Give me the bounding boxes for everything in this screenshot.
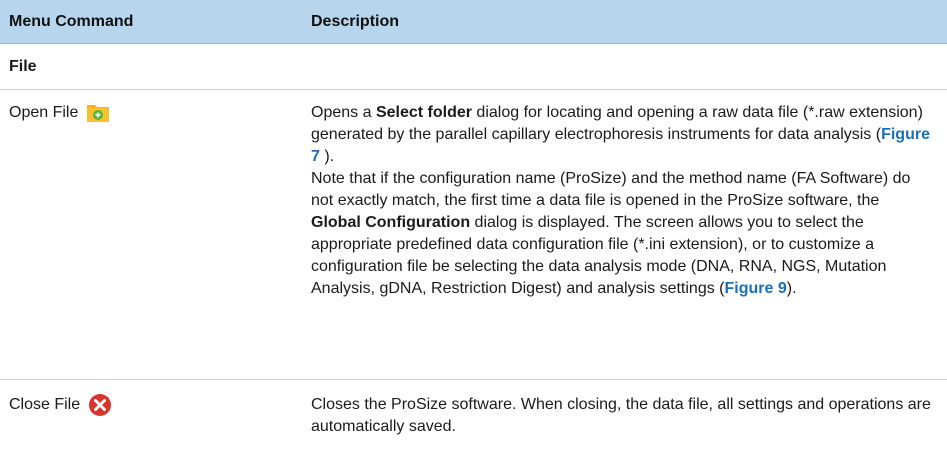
- desc-text: ).: [786, 280, 797, 297]
- figure-9-link[interactable]: Figure 9: [725, 280, 787, 297]
- command-cell: Close File: [0, 380, 311, 452]
- folder-add-icon: [86, 101, 110, 125]
- description-paragraph-2: Note that if the configuration name (Pro…: [311, 168, 933, 300]
- command-cell: Open File: [0, 90, 311, 379]
- close-circle-icon: [88, 393, 112, 417]
- header-menu-command: Menu Command: [9, 12, 134, 30]
- command-label-close-file: Close File: [9, 396, 81, 413]
- command-label-open-file: Open File: [9, 104, 79, 121]
- table-row-close-file: Close File Closes the ProSize software. …: [0, 380, 947, 452]
- table-header: Menu Command Description: [0, 0, 947, 44]
- description-paragraph-1: Opens a Select folder dialog for locatin…: [311, 102, 933, 168]
- desc-text: Note that if the configuration name (Pro…: [311, 170, 911, 209]
- section-title: File: [9, 57, 37, 75]
- desc-ui-term: Select folder: [375, 104, 472, 121]
- desc-text: ).: [319, 148, 335, 165]
- desc-ui-term: Global Configuration: [311, 214, 471, 231]
- desc-text: Opens a: [311, 104, 376, 121]
- table-row-open-file: Open File Opens a Select folder dialog f…: [0, 90, 947, 380]
- description-paragraph: Closes the ProSize software. When closin…: [311, 396, 931, 435]
- description-cell: Closes the ProSize software. When closin…: [311, 380, 947, 452]
- menu-command-table: Menu Command Description File Open File: [0, 0, 947, 452]
- description-cell: Opens a Select folder dialog for locatin…: [311, 90, 947, 379]
- header-description: Description: [311, 12, 400, 30]
- section-row-file: File: [0, 44, 947, 90]
